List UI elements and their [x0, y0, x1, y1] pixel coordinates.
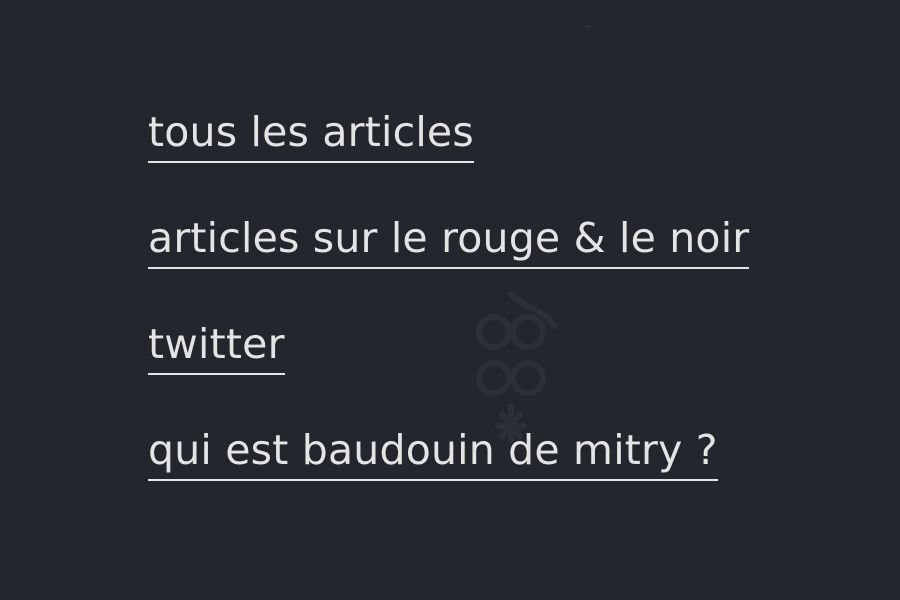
menu-link-about[interactable]: qui est baudouin de mitry ?: [148, 430, 718, 481]
page: tous les articles articles sur le rouge …: [0, 0, 900, 600]
main-menu: tous les articles articles sur le rouge …: [148, 0, 848, 600]
menu-link-all-articles[interactable]: tous les articles: [148, 112, 474, 163]
menu-link-twitter[interactable]: twitter: [148, 324, 285, 375]
menu-link-rouge-et-noir-articles[interactable]: articles sur le rouge & le noir: [148, 218, 750, 269]
